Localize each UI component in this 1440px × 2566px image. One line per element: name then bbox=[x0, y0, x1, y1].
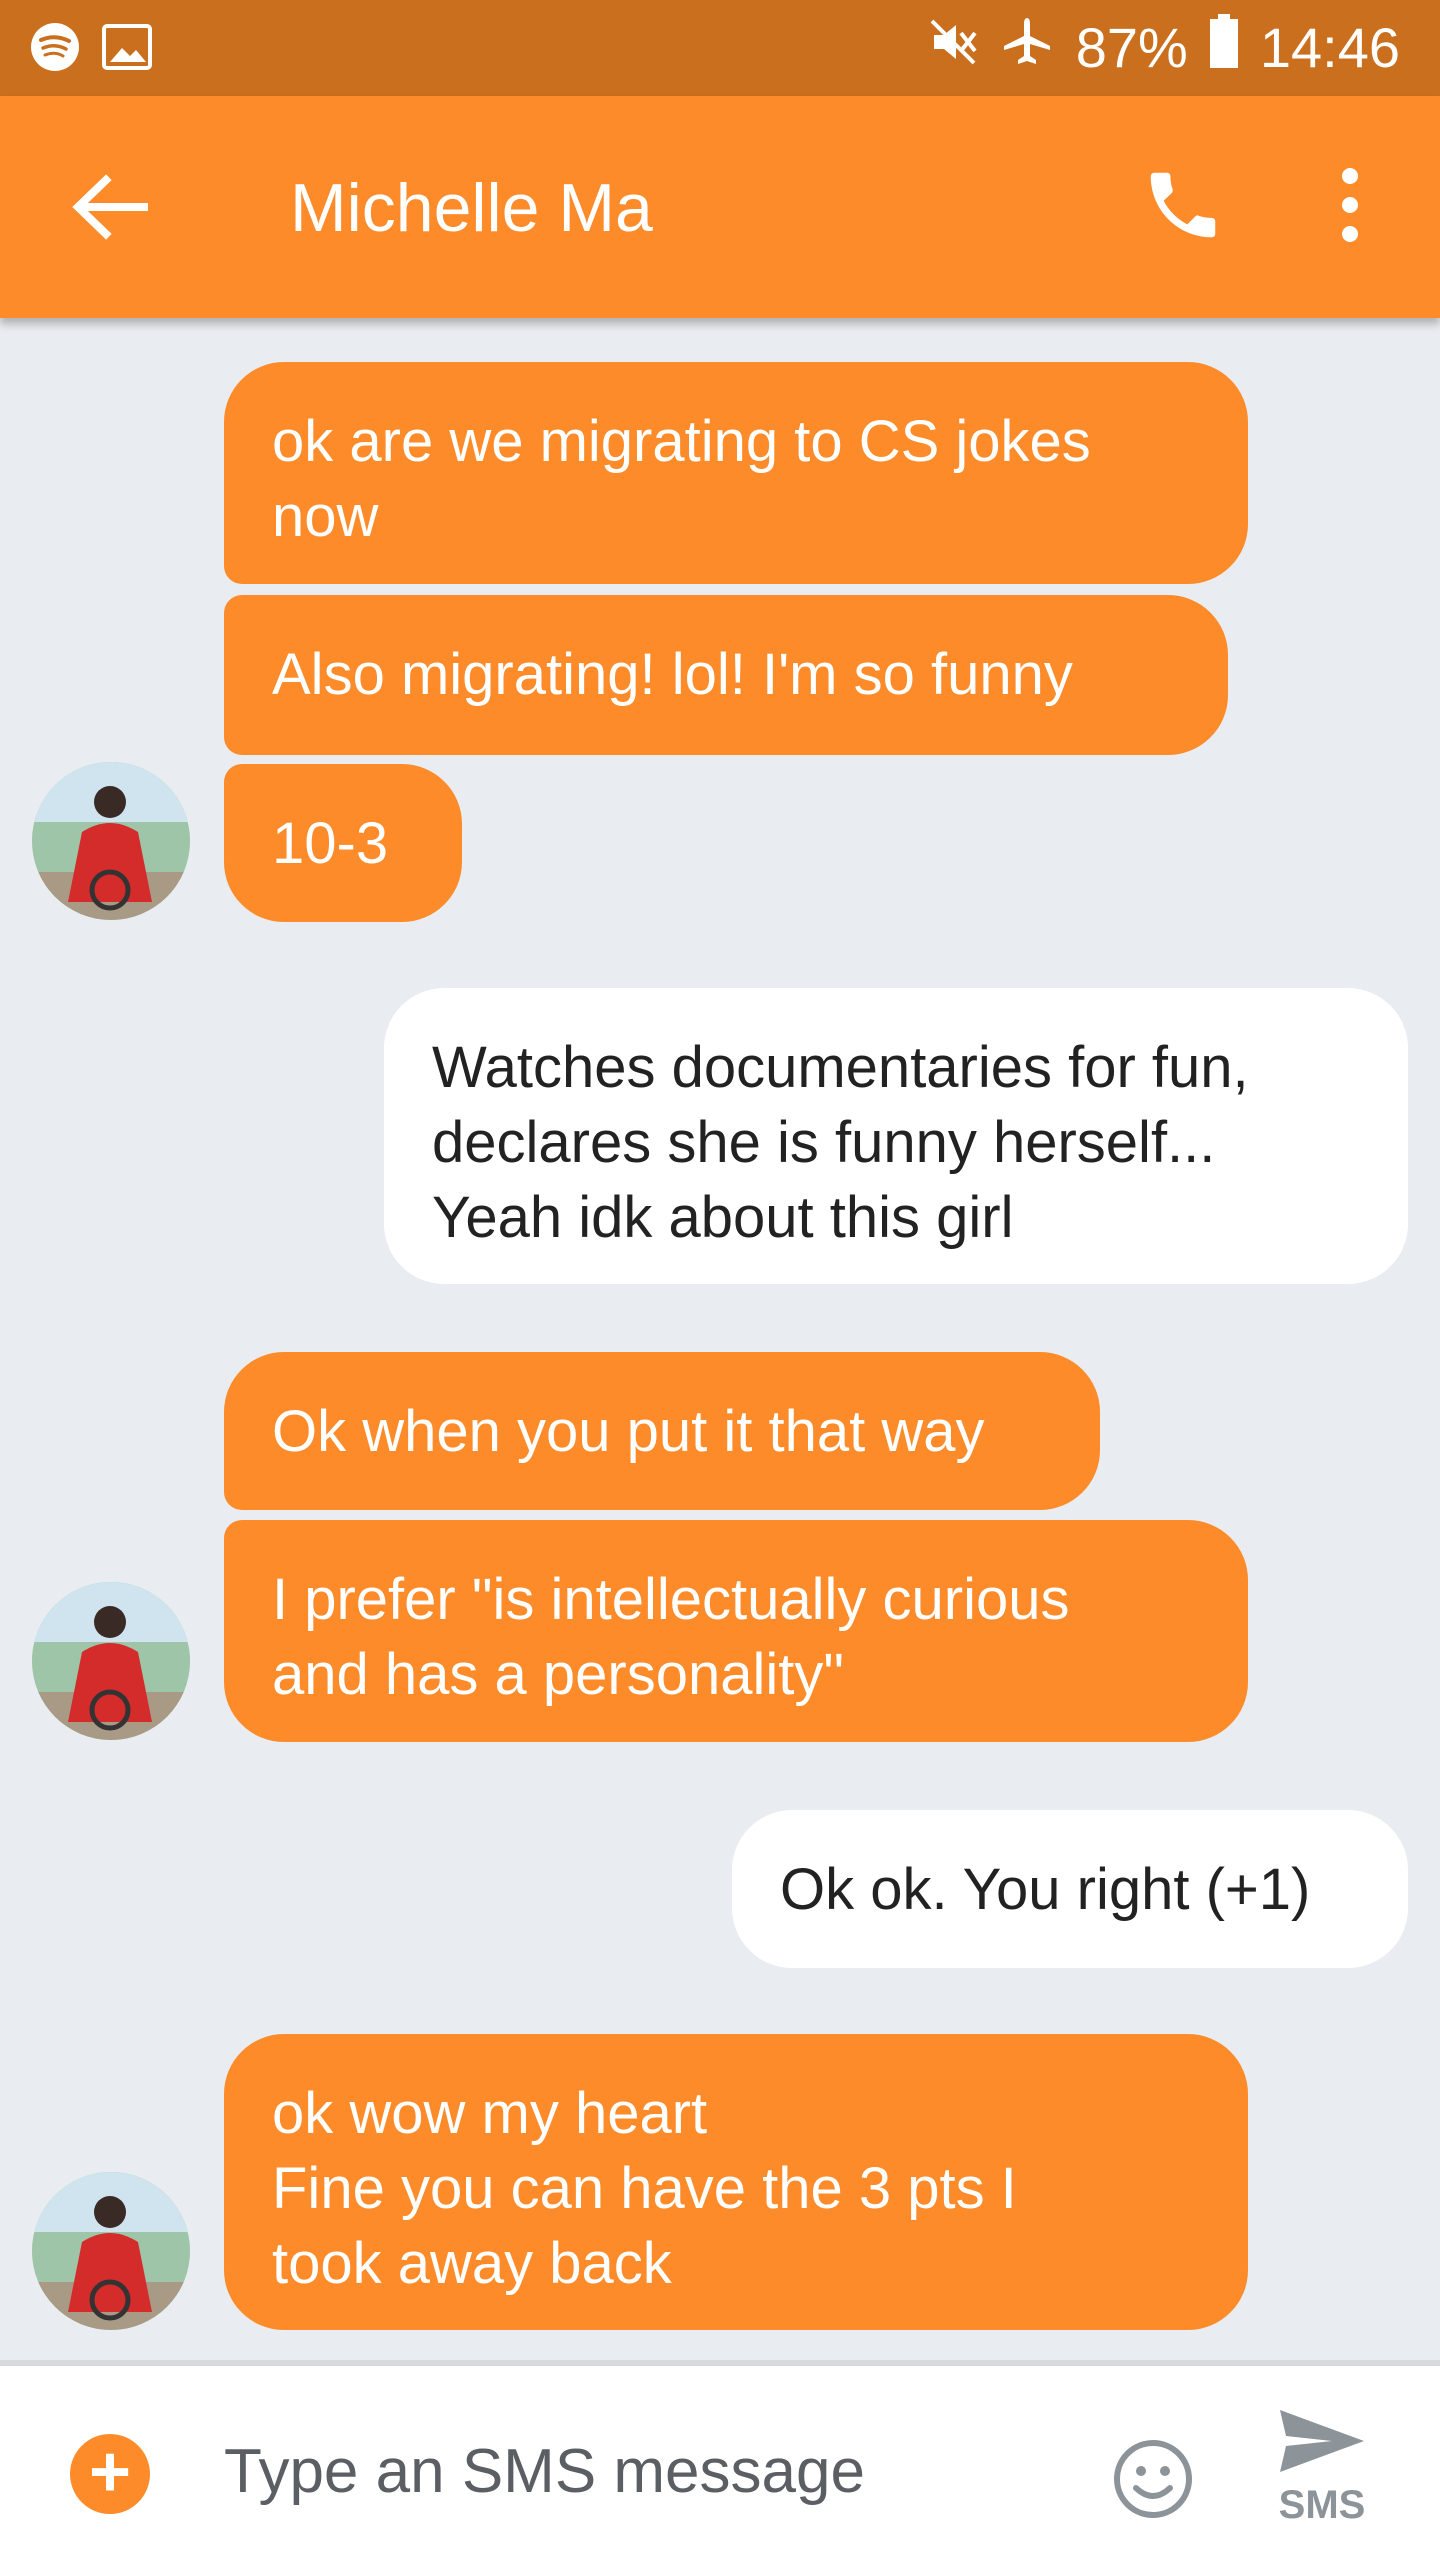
emoji-icon bbox=[1114, 2440, 1192, 2518]
message-bubble-incoming[interactable]: ok wow my heart Fine you can have the 3 … bbox=[224, 2034, 1248, 2330]
message-composer: + SMS bbox=[0, 2360, 1440, 2566]
message-bubble-incoming[interactable]: ok are we migrating to CS jokes now bbox=[224, 362, 1248, 584]
send-label: SMS bbox=[1278, 2483, 1366, 2527]
avatar[interactable] bbox=[32, 2172, 190, 2330]
mute-icon bbox=[928, 15, 978, 80]
back-button[interactable] bbox=[70, 172, 150, 242]
contact-name: Michelle Ma bbox=[290, 170, 653, 246]
avatar[interactable] bbox=[32, 1582, 190, 1740]
more-options-button[interactable] bbox=[1320, 162, 1380, 248]
app-bar: Michelle Ma bbox=[0, 96, 1440, 318]
message-bubble-incoming[interactable]: 10-3 bbox=[224, 764, 462, 922]
clock: 14:46 bbox=[1259, 16, 1400, 79]
message-bubble-incoming[interactable]: I prefer "is intellectually curious and … bbox=[224, 1520, 1248, 1742]
battery-icon bbox=[1209, 14, 1238, 81]
airplane-icon bbox=[1000, 14, 1054, 81]
send-icon bbox=[1280, 2410, 1364, 2472]
message-bubble-outgoing[interactable]: Ok ok. You right (+1) bbox=[732, 1810, 1408, 1968]
add-attachment-button[interactable]: + bbox=[70, 2434, 150, 2514]
image-icon bbox=[102, 24, 152, 75]
spotify-icon bbox=[30, 22, 80, 77]
call-button[interactable] bbox=[1140, 162, 1226, 248]
more-vert-icon bbox=[1342, 168, 1358, 242]
emoji-button[interactable] bbox=[1112, 2438, 1194, 2520]
message-bubble-outgoing[interactable]: Watches documentaries for fun, declares … bbox=[384, 988, 1408, 1284]
back-arrow-icon bbox=[72, 174, 148, 240]
avatar[interactable] bbox=[32, 762, 190, 920]
message-bubble-incoming[interactable]: Also migrating! lol! I'm so funny bbox=[224, 595, 1228, 755]
phone-icon bbox=[1150, 172, 1216, 238]
send-button[interactable]: SMS bbox=[1262, 2406, 1382, 2546]
battery-percentage: 87% bbox=[1075, 16, 1188, 79]
status-bar: 87% 14:46 bbox=[0, 0, 1440, 96]
sms-input[interactable] bbox=[222, 2420, 1026, 2522]
plus-icon: + bbox=[88, 2432, 132, 2512]
message-bubble-incoming[interactable]: Ok when you put it that way bbox=[224, 1352, 1100, 1510]
